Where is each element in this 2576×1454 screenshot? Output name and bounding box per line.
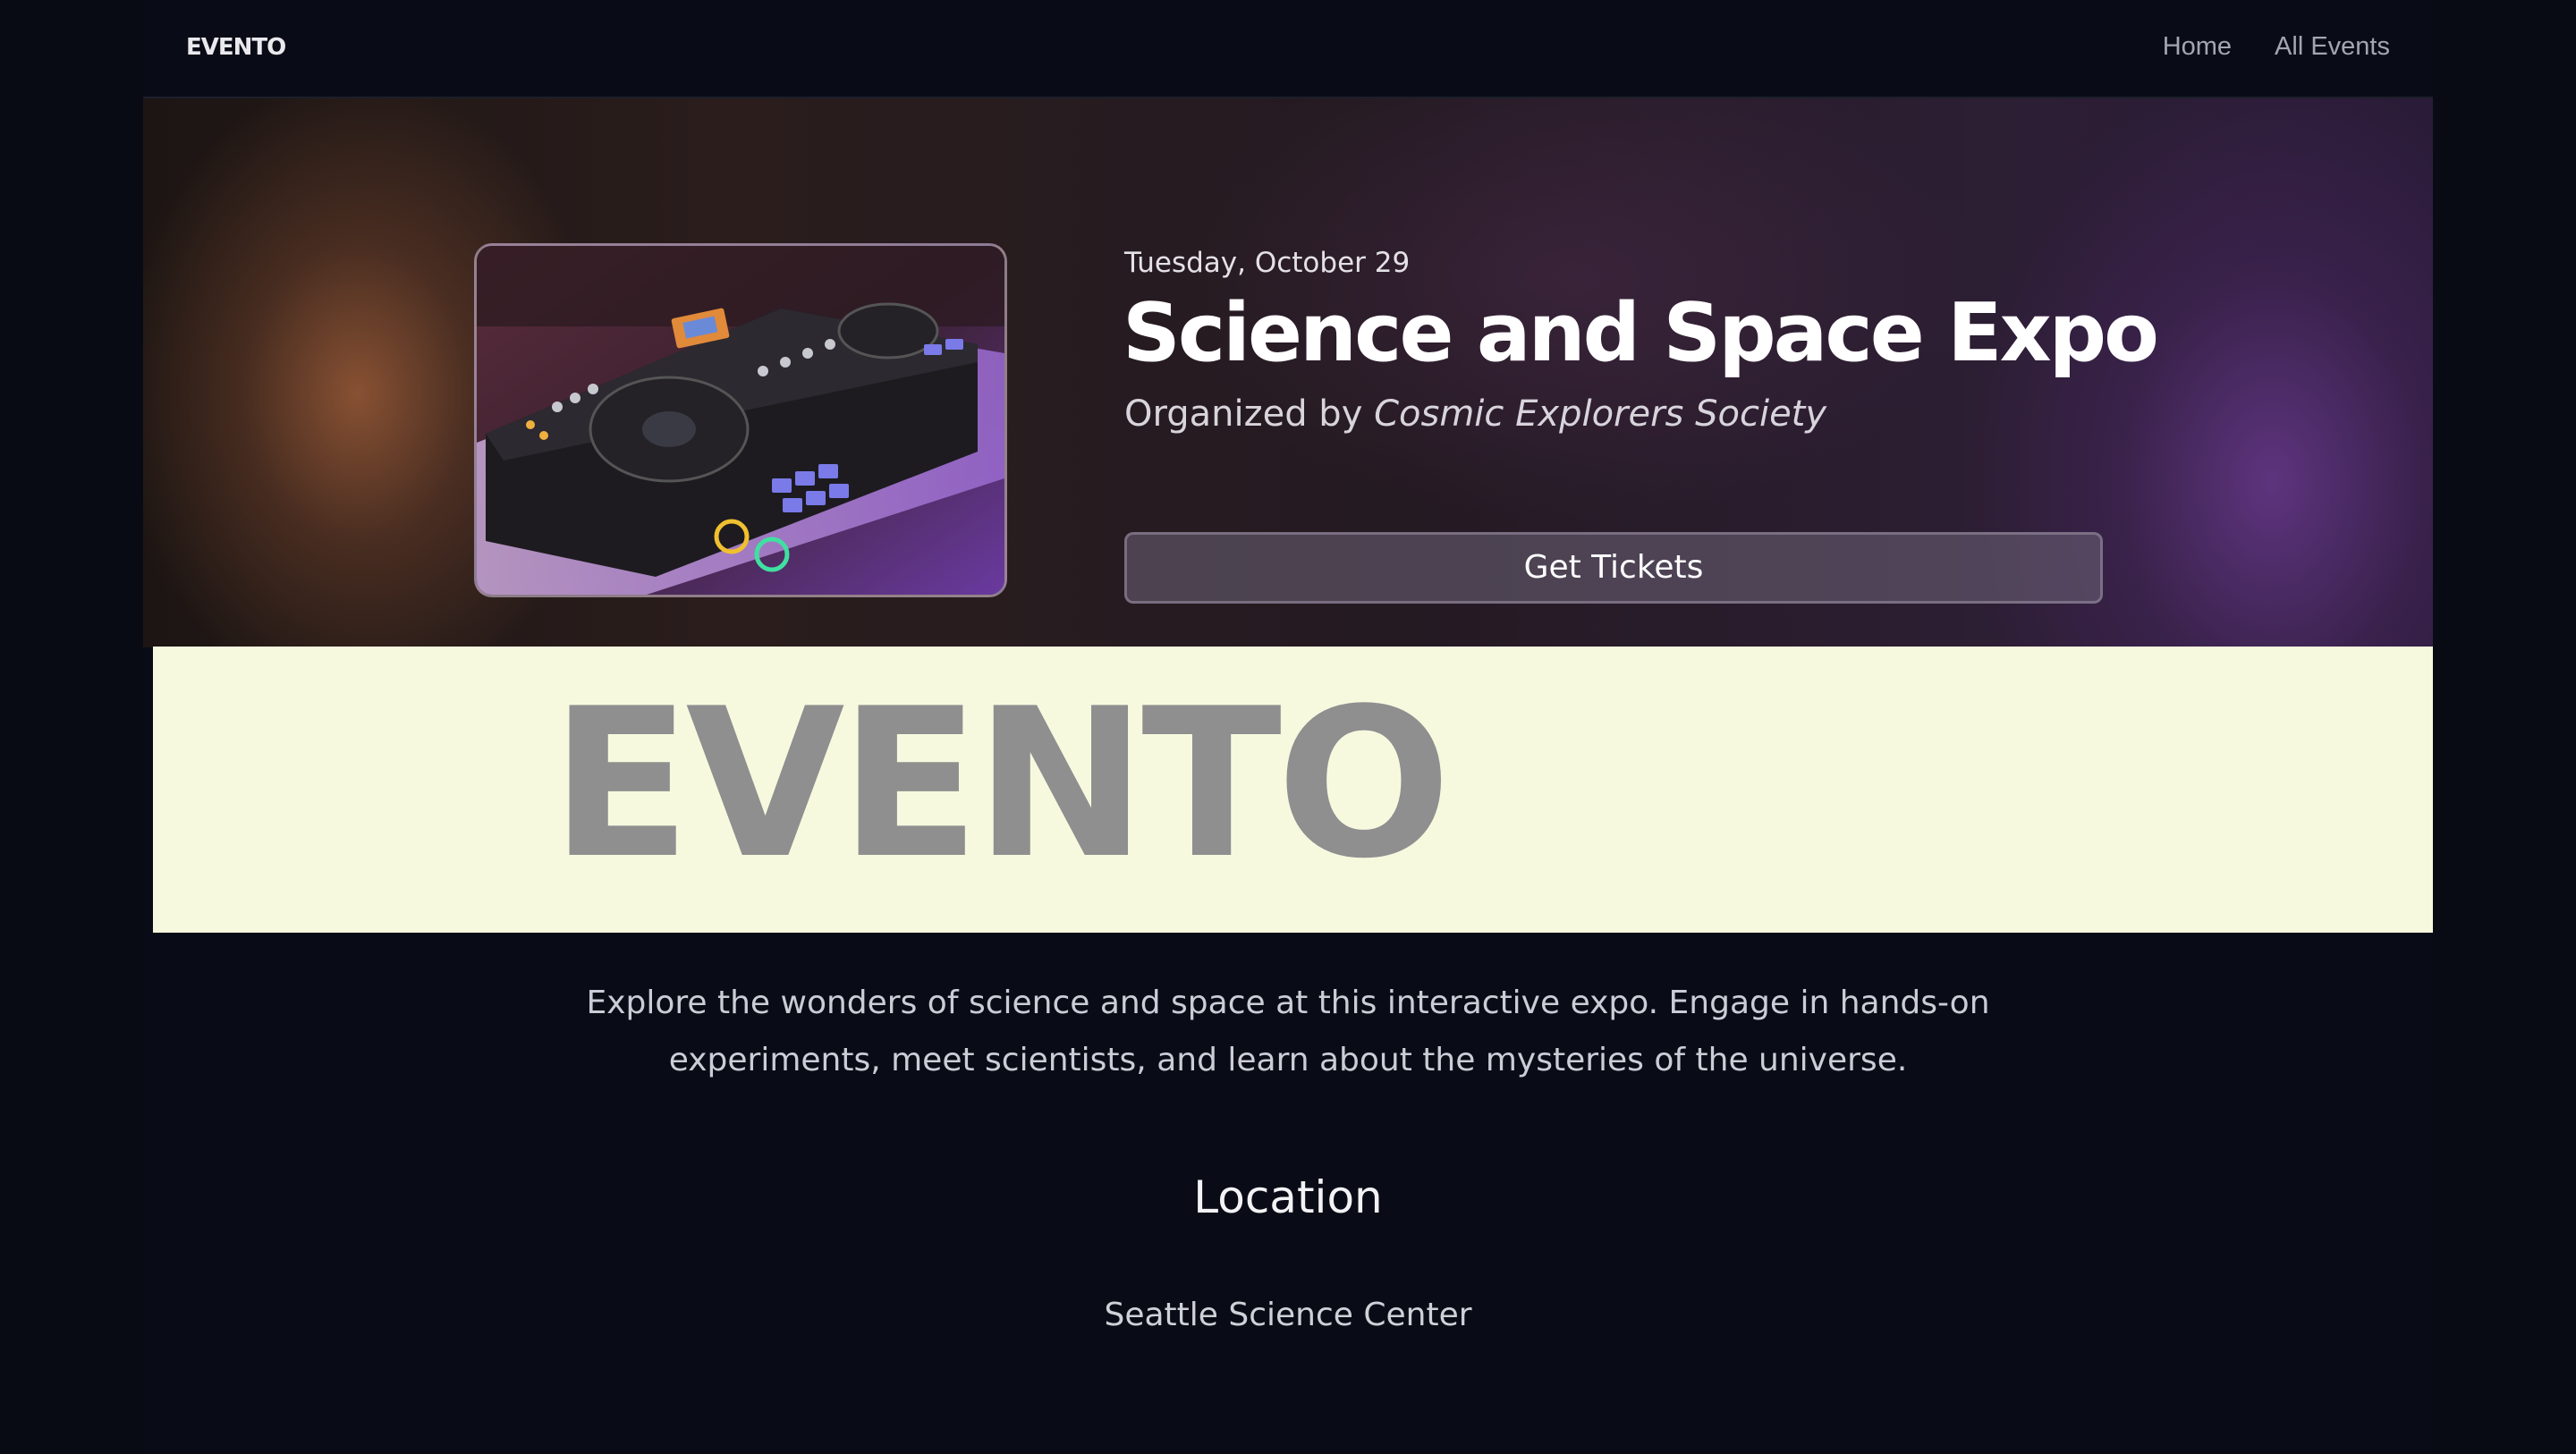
get-tickets-button[interactable]: Get Tickets (1124, 532, 2103, 604)
event-hero: Tuesday, October 29 Science and Space Ex… (143, 98, 2433, 647)
organizer-line: Organized by Cosmic Explorers Society (1124, 393, 1826, 435)
navbar: EVENTO Home All Events (143, 0, 2433, 98)
event-title: Science and Space Expo (1123, 286, 2159, 380)
organizer-name: Cosmic Explorers Society (1374, 393, 1827, 435)
event-date: Tuesday, October 29 (1124, 247, 1411, 279)
nav-link-home[interactable]: Home (2163, 32, 2232, 62)
organizer-prefix: Organized by (1124, 393, 1363, 435)
nav-links: Home All Events (2163, 32, 2390, 62)
event-description: Explore the wonders of science and space… (586, 985, 1990, 1078)
location-heading: Location (1193, 1171, 1383, 1223)
page: EVENTO Home All Events Tuesday, October … (143, 0, 2433, 1454)
banner-logo-text: EVENTO (550, 665, 1451, 904)
event-image (474, 243, 1007, 597)
dj-controller-image (477, 246, 1004, 595)
evento-banner: EVENTO (153, 647, 2433, 933)
brand-logo[interactable]: EVENTO (186, 34, 286, 61)
location-value: Seattle Science Center (1104, 1297, 1472, 1333)
nav-link-all-events[interactable]: All Events (2275, 32, 2390, 62)
